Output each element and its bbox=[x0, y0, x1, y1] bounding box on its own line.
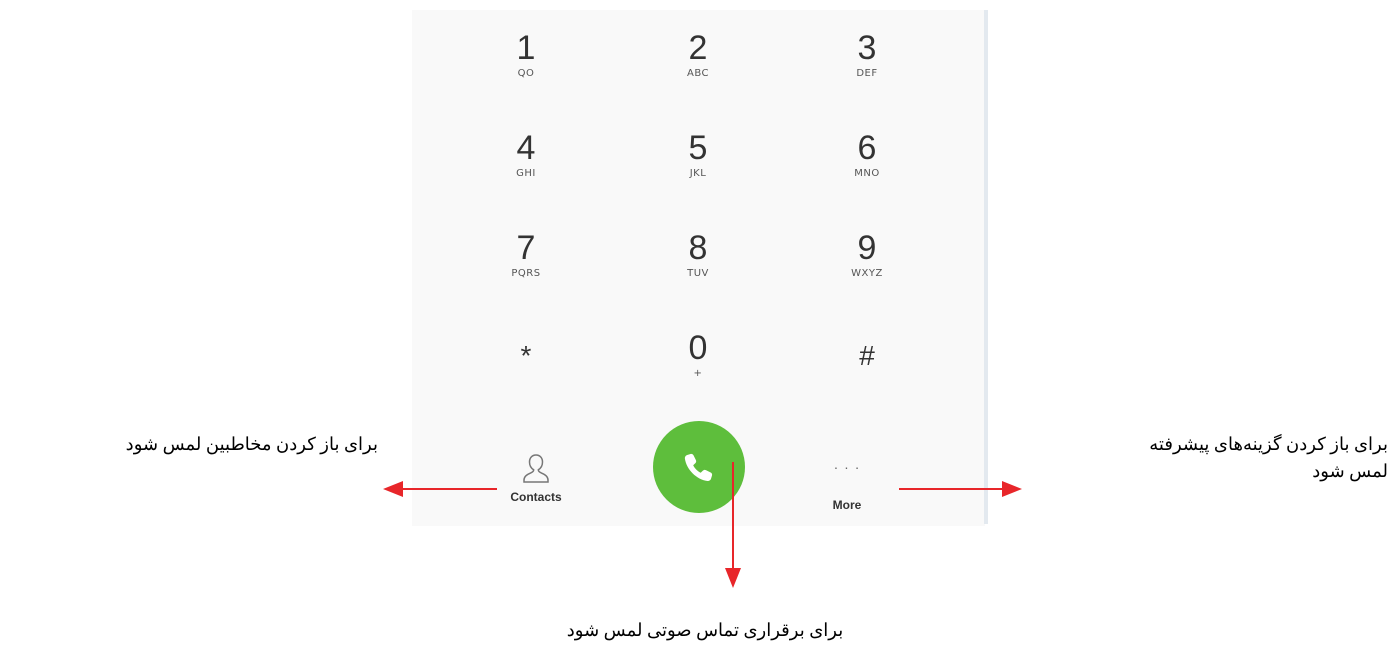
key-0[interactable]: 0 + bbox=[628, 330, 768, 420]
contacts-annotation: برای باز کردن مخاطبین لمس شود bbox=[125, 434, 378, 454]
key-digit: 3 bbox=[857, 29, 877, 67]
more-annotation-line1-text: برای باز کردن گزینه‌های پیشرفته bbox=[1149, 434, 1388, 454]
key-letters: + bbox=[693, 368, 703, 379]
contacts-arrowhead bbox=[383, 481, 403, 497]
contacts-label: Contacts bbox=[510, 490, 562, 504]
person-icon bbox=[523, 454, 549, 483]
more-dots-icon: · · · bbox=[833, 459, 861, 475]
more-button[interactable]: · · · More bbox=[797, 459, 897, 512]
key-digit: 2 bbox=[688, 29, 708, 67]
call-annotation: برای برقراری تماس صوتی لمس شود bbox=[566, 620, 844, 640]
key-letters: TUV bbox=[687, 268, 709, 279]
key-digit: 5 bbox=[688, 129, 708, 167]
more-arrowhead bbox=[1002, 481, 1022, 497]
key-1[interactable]: 1 QO bbox=[456, 30, 596, 120]
call-button[interactable] bbox=[653, 421, 745, 513]
key-letters: JKL bbox=[689, 168, 707, 179]
contacts-button[interactable]: Contacts bbox=[486, 452, 586, 504]
key-digit: 6 bbox=[857, 129, 877, 167]
more-annotation-line2-text: لمس شود bbox=[1312, 461, 1388, 481]
more-label: More bbox=[832, 498, 862, 512]
call-arrowhead bbox=[725, 568, 741, 588]
key-letters: WXYZ bbox=[851, 268, 883, 279]
key-digit: 9 bbox=[857, 229, 877, 267]
voicemail-icon: QO bbox=[517, 68, 535, 79]
key-digit: 4 bbox=[516, 129, 536, 167]
key-hash[interactable]: # bbox=[797, 338, 937, 428]
key-digit: 0 bbox=[688, 329, 708, 367]
key-letters: ABC bbox=[686, 68, 709, 79]
key-8[interactable]: 8 TUV bbox=[628, 230, 768, 320]
key-5[interactable]: 5 JKL bbox=[628, 130, 768, 220]
key-digit: 1 bbox=[516, 29, 536, 67]
key-letters: GHI bbox=[516, 168, 536, 179]
key-2[interactable]: 2 ABC bbox=[628, 30, 768, 120]
phone-icon bbox=[684, 453, 713, 482]
key-star[interactable]: * bbox=[456, 338, 596, 428]
key-letters: DEF bbox=[856, 68, 878, 79]
more-annotation: برای باز کردن گزینه‌های پیشرفته لمس شود bbox=[1103, 434, 1388, 482]
key-digit: * bbox=[520, 340, 532, 371]
key-digit: 7 bbox=[516, 229, 536, 267]
key-letters: PQRS bbox=[511, 268, 541, 279]
key-4[interactable]: 4 GHI bbox=[456, 130, 596, 220]
key-digit: 8 bbox=[688, 229, 708, 267]
key-digit: # bbox=[859, 340, 875, 371]
key-7[interactable]: 7 PQRS bbox=[456, 230, 596, 320]
key-letters: MNO bbox=[854, 168, 880, 179]
screen-edge bbox=[984, 10, 988, 524]
key-3[interactable]: 3 DEF bbox=[797, 30, 937, 120]
key-9[interactable]: 9 WXYZ bbox=[797, 230, 937, 320]
key-6[interactable]: 6 MNO bbox=[797, 130, 937, 220]
